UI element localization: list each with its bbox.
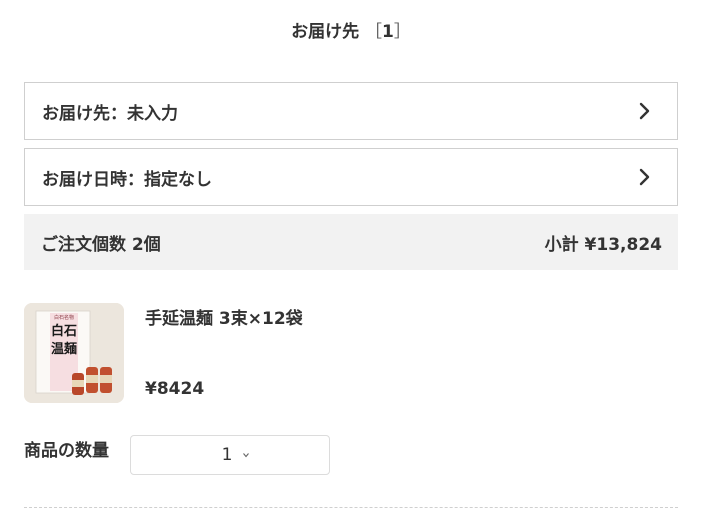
product-photo: 白石名物 白石 温麺 [24, 303, 124, 403]
delivery-address-row[interactable]: お届け先：未入力 [24, 82, 678, 140]
chevron-down-icon [243, 453, 250, 458]
chevron-right-icon [639, 102, 650, 120]
order-summary-bar: ご注文個数 2個 小計 ¥13,824 [24, 214, 678, 270]
section-title-open-bracket: ［ [365, 22, 383, 42]
product-image: 白石名物 白石 温麺 [24, 303, 124, 403]
svg-text:白石名物: 白石名物 [54, 314, 74, 321]
section-title-count: 1 [382, 22, 394, 42]
quantity-select[interactable]: 1 [130, 435, 330, 475]
quantity-label: 商品の数量 [24, 441, 109, 461]
delivery-datetime-label: お届け日時：指定なし [42, 169, 212, 190]
section-title: お届け先 ［1］ [0, 17, 702, 42]
subtotal: 小計 ¥13,824 [544, 234, 662, 255]
order-count: ご注文個数 2個 [41, 234, 161, 255]
section-title-close-bracket: ］ [393, 22, 411, 42]
product-name: 手延温麺 3束×12袋 [145, 309, 303, 329]
section-title-text: お届け先 [291, 22, 360, 42]
delivery-address-label: お届け先：未入力 [42, 103, 178, 124]
chevron-right-icon [639, 168, 650, 186]
delivery-datetime-row[interactable]: お届け日時：指定なし [24, 148, 678, 206]
svg-text:温麺: 温麺 [51, 341, 77, 357]
quantity-value: 1 [221, 445, 233, 465]
product-image-text: 白石 [51, 323, 77, 339]
product-price: ¥8424 [145, 379, 205, 399]
